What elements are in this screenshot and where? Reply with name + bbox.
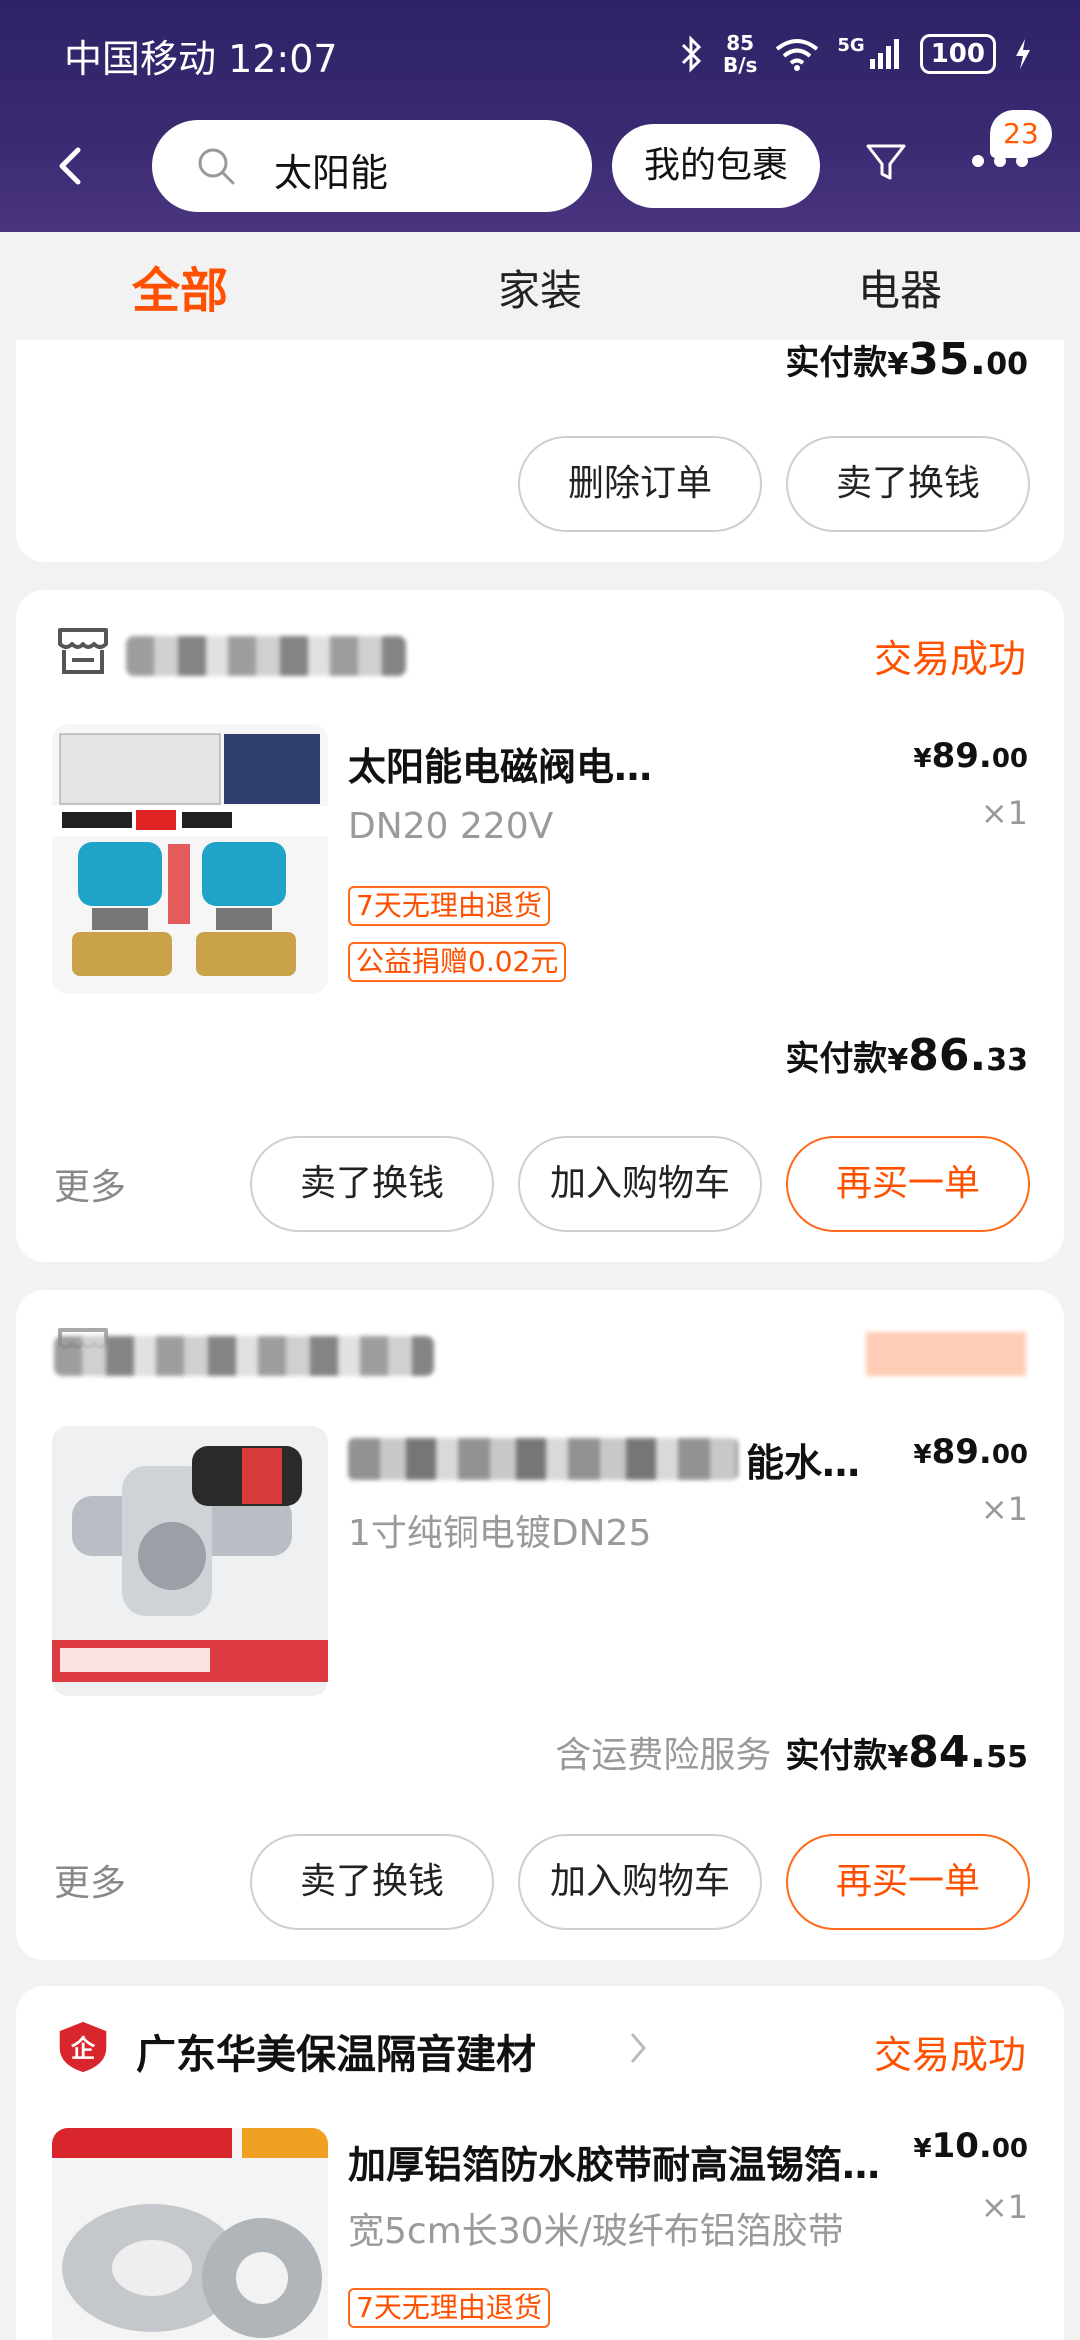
resell-button[interactable]: 卖了换钱 (786, 436, 1030, 532)
more-options[interactable]: 更多 (54, 1158, 126, 1210)
more-options[interactable]: 更多 (54, 1854, 126, 1906)
product-quantity: ×1 (980, 2188, 1028, 2226)
filter-icon[interactable] (862, 138, 910, 186)
valve-product-thumbnail (52, 724, 328, 994)
product-quantity: ×1 (980, 1490, 1028, 1528)
product-price: ¥89.00 (913, 736, 1028, 776)
tab-appliances[interactable]: 电器 (720, 232, 1080, 350)
add-to-cart-button[interactable]: 加入购物车 (518, 1834, 762, 1930)
order-status-redacted (866, 1332, 1026, 1376)
status-icons: 85 B/s 5G 100 (679, 26, 1032, 82)
resell-button[interactable]: 卖了换钱 (250, 1136, 494, 1232)
status-bar: 中国移动 12:07 85 B/s 5G 100 (0, 0, 1080, 110)
order-total: 含运费险服务 实付款¥84.55 (555, 1727, 1028, 1778)
tab-all[interactable]: 全部 (0, 232, 360, 350)
order-card: 企 广东华美保温隔音建材 交易成功 加厚铝箔防水胶带耐高温锡箔… 宽5cm长30… (16, 1986, 1064, 2340)
message-badge: 23 (990, 110, 1052, 158)
shop-header[interactable]: 交易成功 (54, 622, 1026, 682)
shipping-insurance-label: 含运费险服务 (555, 1735, 772, 1776)
buy-again-button[interactable]: 再买一单 (786, 1136, 1030, 1232)
shop-name-redacted (126, 636, 406, 676)
shop-name: 广东华美保温隔音建材 (136, 2032, 536, 2078)
product-title[interactable]: 太阳能电磁阀电… (348, 736, 652, 791)
tape-product-thumbnail (52, 2128, 328, 2340)
buy-again-button[interactable]: 再买一单 (786, 1834, 1030, 1930)
app-header: 中国移动 12:07 85 B/s 5G 100 太阳能 我的包裹 23 (0, 0, 1080, 232)
search-input[interactable]: 太阳能 (152, 120, 592, 212)
category-tabs: 全部 家装 电器 (0, 232, 1080, 350)
battery-indicator: 100 (919, 34, 996, 74)
product-image[interactable] (52, 1426, 328, 1696)
product-spec: DN20 220V (348, 806, 554, 847)
search-bar: 太阳能 我的包裹 23 (0, 110, 1080, 216)
svg-text:企: 企 (71, 2035, 96, 2063)
shop-name-redacted (54, 1336, 434, 1376)
return-policy-tag: 7天无理由退货 (348, 2288, 550, 2328)
order-total: 实付款¥35.00 (785, 334, 1028, 385)
product-spec: 1寸纯铜电镀DN25 (348, 1513, 652, 1554)
delete-order-button[interactable]: 删除订单 (518, 436, 762, 532)
order-card: 实付款¥35.00 删除订单 卖了换钱 (16, 334, 1064, 562)
wifi-icon (776, 39, 819, 71)
order-card: 能水… 1寸纯铜电镀DN25 ¥89.00 ×1 含运费险服务 实付款¥84.55… (16, 1290, 1064, 1960)
charity-tag: 公益捐赠0.02元 (348, 942, 567, 982)
shop-logo-icon: 企 (59, 2021, 107, 2073)
return-policy-tag: 7天无理由退货 (348, 886, 550, 926)
add-to-cart-button[interactable]: 加入购物车 (518, 1136, 762, 1232)
network-type: 5G (837, 37, 901, 71)
mixing-valve-product-thumbnail (52, 1426, 328, 1696)
signal-icon (869, 39, 899, 69)
net-speed: 85 B/s (722, 31, 758, 77)
product-quantity: ×1 (980, 794, 1028, 832)
order-status: 交易成功 (873, 637, 1026, 681)
product-image[interactable] (52, 724, 328, 994)
store-icon (58, 628, 108, 674)
search-icon (198, 148, 235, 185)
back-arrow-icon[interactable] (50, 144, 94, 188)
order-card: 交易成功 太阳能电磁阀电… DN20 220V ¥89.00 ×1 7天无理由退… (16, 590, 1064, 1262)
carrier-time: 中国移动 12:07 (64, 37, 338, 81)
product-title[interactable]: 能水… (746, 1432, 860, 1487)
product-title[interactable]: 加厚铝箔防水胶带耐高温锡箔… (348, 2134, 880, 2189)
shop-header[interactable] (54, 1322, 1026, 1382)
chevron-right-icon (630, 2033, 646, 2063)
product-image[interactable] (52, 2128, 328, 2340)
order-total: 实付款¥86.33 (785, 1030, 1028, 1081)
product-price: ¥89.00 (913, 1432, 1028, 1472)
charging-icon (1016, 39, 1030, 69)
bluetooth-icon (681, 35, 702, 73)
order-status: 交易成功 (873, 2033, 1026, 2077)
product-spec: 宽5cm长30米/玻纤布铝箔胶带 (348, 2211, 844, 2252)
product-price: ¥10.00 (913, 2126, 1028, 2166)
tab-home-decor[interactable]: 家装 (360, 232, 720, 350)
my-packages-button[interactable]: 我的包裹 (612, 124, 820, 208)
resell-button[interactable]: 卖了换钱 (250, 1834, 494, 1930)
search-query: 太阳能 (274, 151, 389, 195)
product-title-redacted (348, 1438, 738, 1480)
shop-header[interactable]: 企 广东华美保温隔音建材 交易成功 (54, 2018, 1026, 2078)
